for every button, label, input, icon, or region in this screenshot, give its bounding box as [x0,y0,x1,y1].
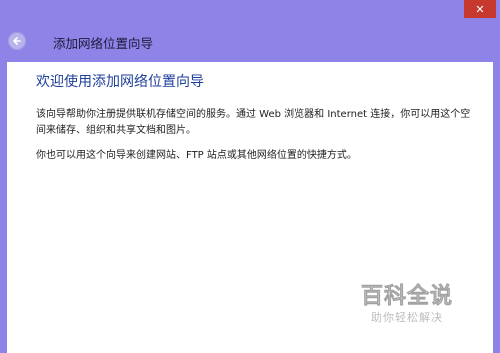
back-arrow-icon [13,37,21,45]
close-button[interactable]: ✕ [464,0,496,18]
wizard-nav-bar: 添加网络位置向导 [0,22,500,62]
wizard-shortcut-paragraph: 你也可以用这个向导来创建网站、FTP 站点或其他网络位置的快捷方式。 [36,150,357,161]
close-icon: ✕ [475,2,485,16]
wizard-content-panel: 欢迎使用添加网络位置向导 该向导帮助你注册提供联机存储空间的服务。通过 Web … [7,62,493,353]
back-button[interactable] [8,32,26,50]
wizard-heading: 欢迎使用添加网络位置向导 [36,74,204,90]
watermark-logo: 百科全说 [360,284,453,309]
wizard-description-paragraph: 该向导帮助你注册提供联机存储空间的服务。通过 Web 浏览器和 Internet… [36,109,471,136]
window-title: 添加网络位置向导 [53,36,154,51]
watermark-subtitle: 助你轻松解决 [370,311,443,324]
wizard-window: ✕ 添加网络位置向导 欢迎使用添加网络位置向导 该向导帮助你注册提供联机存储空间… [0,0,500,353]
watermark: 百科全说 助你轻松解决 [360,284,453,324]
